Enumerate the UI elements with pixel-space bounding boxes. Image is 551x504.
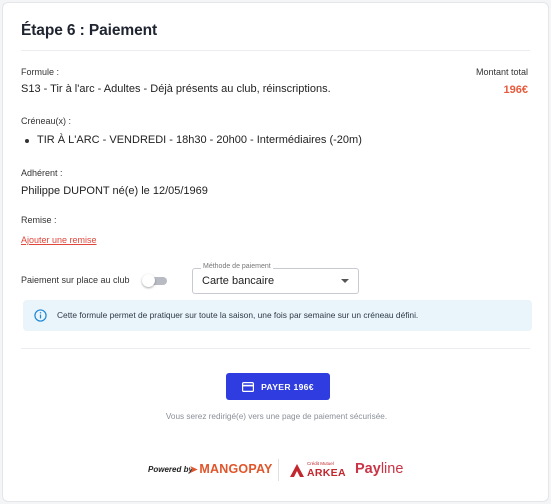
montant-value: 196€ — [503, 84, 528, 96]
redirect-note: Vous serez redirigé(e) vers une page de … — [165, 412, 388, 421]
formule-value: S13 - Tir à l'arc - Adultes - Déjà prése… — [21, 83, 331, 95]
payment-method-select[interactable]: Méthode de paiement Carte bancaire — [192, 263, 359, 294]
payment-card: Étape 6 : Paiement Formule : S13 - Tir à… — [2, 2, 549, 502]
formule-label: Formule : — [21, 67, 60, 77]
credit-card-icon — [242, 381, 255, 392]
mangopay-wordmark: MANGOPAY — [199, 462, 273, 476]
divider — [278, 459, 279, 481]
caret-down-icon — [341, 279, 349, 283]
arkea-logo-icon — [290, 464, 304, 477]
montant-label: Montant total — [475, 67, 528, 77]
creneau-item: TIR À L'ARC - VENDREDI - 18h30 - 20h00 -… — [37, 134, 362, 146]
payline-part-b: line — [380, 461, 404, 477]
remise-label: Remise : — [21, 215, 57, 225]
info-icon — [34, 309, 47, 322]
adherent-value: Philippe DUPONT né(e) le 12/05/1969 — [21, 185, 208, 197]
payline-logo: Payline — [355, 461, 403, 477]
info-text: Cette formule permet de pratiquer sur to… — [57, 310, 419, 320]
pay-on-site-label: Paiement sur place au club — [21, 275, 130, 285]
creneaux-label: Créneau(x) : — [21, 116, 72, 126]
payline-part-a: Pay — [355, 461, 381, 477]
info-banner: Cette formule permet de pratiquer sur to… — [23, 300, 532, 331]
list-bullet — [25, 139, 29, 143]
toggle-knob — [142, 274, 155, 287]
pay-on-site-toggle[interactable] — [142, 274, 167, 287]
powered-by-text: Powered by — [148, 465, 193, 474]
pay-button[interactable]: PAYER 196€ — [226, 373, 330, 400]
arkea-logo: ARKEA — [307, 467, 346, 479]
pay-button-label: PAYER 196€ — [261, 381, 314, 392]
payment-partners-footer: Powered by ➤MANGOPAY Crédit Mutuel ARKEA… — [3, 458, 550, 484]
divider — [21, 348, 530, 349]
mangopay-logo: ➤MANGOPAY — [189, 462, 273, 476]
payment-method-value: Carte bancaire — [202, 275, 275, 287]
arkea-tagline: Crédit Mutuel — [307, 461, 334, 466]
mangopay-chevron-icon: ➤ — [189, 464, 199, 476]
adherent-label: Adhérent : — [21, 168, 63, 178]
payment-method-legend: Méthode de paiement — [201, 263, 273, 270]
divider — [21, 50, 530, 51]
step-title: Étape 6 : Paiement — [21, 22, 158, 39]
add-discount-link[interactable]: Ajouter une remise — [21, 235, 97, 245]
